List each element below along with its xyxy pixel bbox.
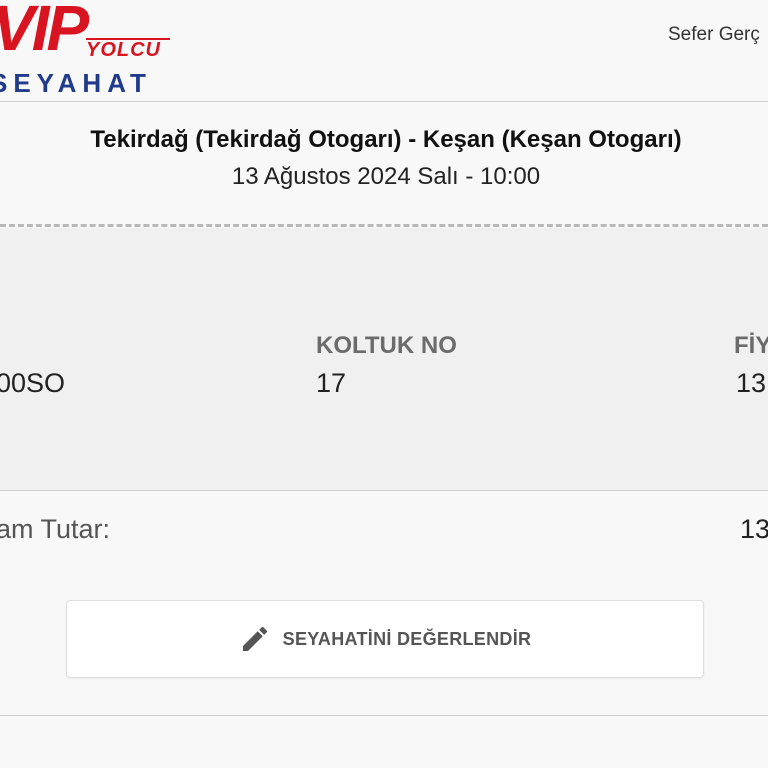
header-divider xyxy=(0,101,768,102)
total-amount-label: am Tutar: xyxy=(0,514,111,544)
rate-trip-button[interactable]: SEYAHATİNİ DEĞERLENDİR xyxy=(66,600,704,678)
total-amount-value: 13 xyxy=(740,514,768,544)
logo-seyahat-text: SEYAHAT xyxy=(0,68,152,98)
pencil-icon xyxy=(239,623,271,655)
logo-yolcu-text: YOLCU xyxy=(86,39,161,61)
ticket-col-value-1: 00SO xyxy=(0,368,66,398)
trip-route: Tekirdağ (Tekirdağ Otogarı) - Keşan (Keş… xyxy=(90,126,682,153)
price-label: FİY xyxy=(734,332,768,359)
details-divider xyxy=(0,490,768,491)
trip-datetime: 13 Ağustos 2024 Salı - 10:00 xyxy=(231,163,541,190)
brand-logo[interactable]: VIP YOLCU SEYAHAT xyxy=(0,0,180,100)
seat-number-label: KOLTUK NO xyxy=(316,332,457,359)
rate-trip-label: SEYAHATİNİ DEĞERLENDİR xyxy=(282,628,532,649)
ticket-detail-page: VIP YOLCU SEYAHAT Sefer Gerç Tekirdağ (T… xyxy=(0,0,768,768)
logo-vip-text: VIP xyxy=(0,0,89,64)
header: VIP YOLCU SEYAHAT Sefer Gerç xyxy=(0,0,768,102)
bottom-divider xyxy=(0,715,768,716)
seat-number-value: 17 xyxy=(316,368,347,398)
header-right-link[interactable]: Sefer Gerç xyxy=(668,24,768,46)
dashed-divider xyxy=(0,224,768,227)
price-value: 13 xyxy=(736,368,767,398)
